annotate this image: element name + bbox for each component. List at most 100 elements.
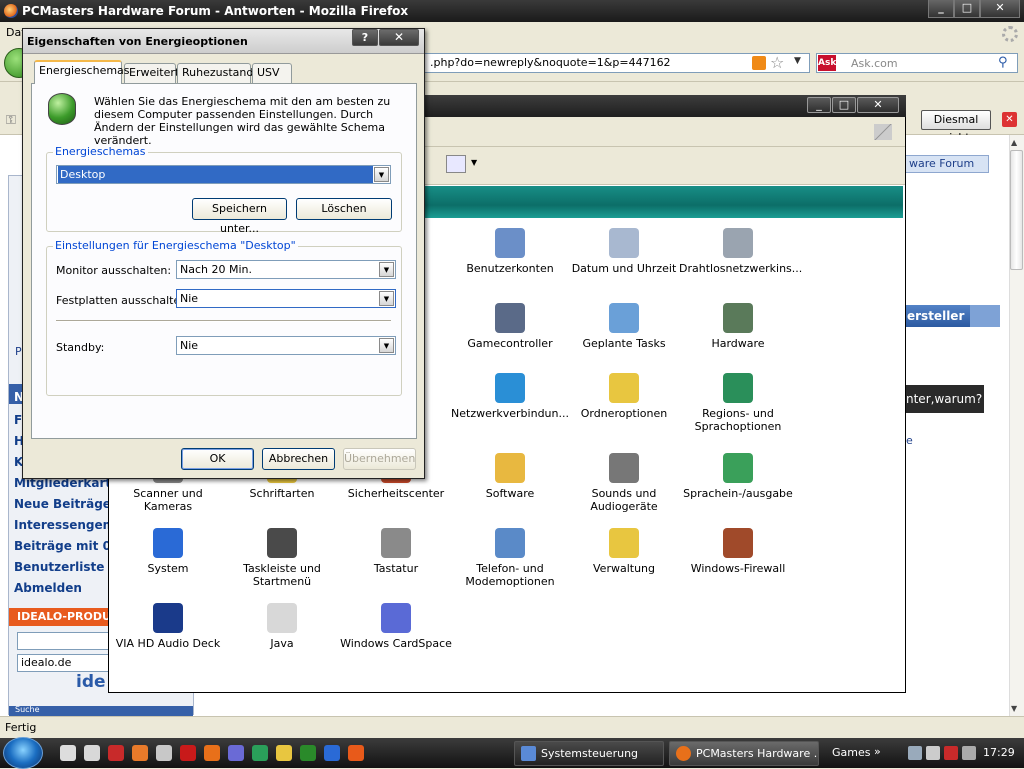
cp-item[interactable]: Java xyxy=(223,603,341,650)
cp-item[interactable]: Windows CardSpace xyxy=(337,603,455,650)
chevron-right-icon[interactable]: » xyxy=(874,745,881,758)
cp-minimize-button[interactable]: _ xyxy=(807,97,831,113)
quick-launch-icon[interactable] xyxy=(300,745,316,761)
cp-item[interactable]: Software xyxy=(451,453,569,500)
forum-nav-item[interactable]: Abmelden xyxy=(14,581,82,595)
cp-item-label: Telefon- und Modemoptionen xyxy=(465,562,555,588)
settings-group-label: Einstellungen für Energieschema "Desktop… xyxy=(53,239,298,252)
dialog-close-button[interactable]: ✕ xyxy=(379,29,419,46)
cp-item[interactable]: Regions- und Sprachoptionen xyxy=(679,373,797,433)
notification-close-icon[interactable]: ✕ xyxy=(1002,112,1017,127)
not-now-button[interactable]: Diesmal nicht xyxy=(921,110,991,144)
quick-launch-icon[interactable] xyxy=(252,745,268,761)
tab-erweitert[interactable]: Erweitert xyxy=(124,63,179,83)
firefox-icon xyxy=(4,4,18,18)
tray-app-icon[interactable] xyxy=(944,746,958,760)
scroll-up-icon[interactable]: ▲ xyxy=(1011,138,1017,147)
tray-network-icon[interactable] xyxy=(908,746,922,760)
chevron-down-icon[interactable]: ▼ xyxy=(379,262,394,277)
firefox-maximize-button[interactable]: □ xyxy=(954,0,980,18)
quick-launch-icon[interactable] xyxy=(180,745,196,761)
cp-item-label: Benutzerkonten xyxy=(466,262,554,275)
clock[interactable]: 17:29 xyxy=(983,746,1015,759)
cp-item[interactable]: Sprachein-/ausgabe xyxy=(679,453,797,500)
standby-select[interactable]: Nie ▼ xyxy=(176,336,396,355)
cp-item[interactable]: Geplante Tasks xyxy=(565,303,683,350)
quick-launch-icon[interactable] xyxy=(84,745,100,761)
forum-tab[interactable]: ware Forum xyxy=(905,155,989,173)
apply-button[interactable]: Übernehmen xyxy=(343,448,416,470)
dialog-help-button[interactable]: ? xyxy=(352,29,378,46)
tab-usv[interactable]: USV xyxy=(252,63,292,83)
cp-item[interactable]: Windows-Firewall xyxy=(679,528,797,575)
chevron-down-icon[interactable]: ▼ xyxy=(379,291,394,306)
forum-nav-item[interactable]: Neue Beiträge xyxy=(14,497,111,511)
scheme-select[interactable]: Desktop ▼ xyxy=(56,165,391,184)
cp-item[interactable]: Verwaltung xyxy=(565,528,683,575)
tab-ruhezustand[interactable]: Ruhezustand xyxy=(177,63,253,83)
cp-item[interactable]: Sounds und Audiogeräte xyxy=(565,453,683,513)
cp-item[interactable]: VIA HD Audio Deck xyxy=(109,603,227,650)
save-as-button[interactable]: Speichern unter... xyxy=(192,198,287,235)
quick-launch-icon[interactable] xyxy=(324,745,340,761)
suche-label: Suche xyxy=(15,705,40,714)
quick-launch-icon[interactable] xyxy=(132,745,148,761)
games-toolbar-label[interactable]: Games xyxy=(832,746,870,759)
scroll-down-icon[interactable]: ▼ xyxy=(1011,704,1017,713)
suche-header: Suche xyxy=(9,705,193,716)
cp-item-label: Ordneroptionen xyxy=(580,407,668,420)
cp-item[interactable]: Taskleiste und Startmenü xyxy=(223,528,341,588)
ask-engine-icon[interactable]: Ask xyxy=(818,55,836,71)
cp-item[interactable]: Telefon- und Modemoptionen xyxy=(451,528,569,588)
cp-item[interactable]: Datum und Uhrzeit xyxy=(565,228,683,275)
quick-launch-icon[interactable] xyxy=(108,745,124,761)
cp-item[interactable]: Drahtlosnetzwerkins... xyxy=(679,228,802,275)
cp-item-label: Datum und Uhrzeit xyxy=(571,262,677,275)
bookmark-star-icon[interactable]: ☆ xyxy=(770,53,784,72)
forum-nav-item[interactable]: Benutzerliste xyxy=(14,560,104,574)
cp-item[interactable]: Hardware xyxy=(679,303,797,350)
quick-launch-icon[interactable] xyxy=(204,745,220,761)
ok-button[interactable]: OK xyxy=(181,448,254,470)
firefox-minimize-button[interactable]: _ xyxy=(928,0,954,18)
cp-close-button[interactable]: ✕ xyxy=(857,97,899,113)
tray-volume-icon[interactable] xyxy=(926,746,940,760)
tray-misc-icon[interactable] xyxy=(962,746,976,760)
search-go-icon[interactable]: ⚲ xyxy=(998,55,1008,70)
quick-launch-icon[interactable] xyxy=(348,745,364,761)
page-scrollbar-thumb[interactable] xyxy=(1010,150,1023,270)
rss-feed-icon[interactable] xyxy=(752,56,766,70)
search-input[interactable] xyxy=(816,53,1018,73)
cp-maximize-button[interactable]: □ xyxy=(832,97,856,113)
cp-item[interactable]: Benutzerkonten xyxy=(451,228,569,275)
task-firefox[interactable]: PCMasters Hardware ... xyxy=(669,741,819,766)
forum-nav-item[interactable]: Interessengem. xyxy=(14,518,120,532)
start-button[interactable] xyxy=(3,737,43,769)
delete-button[interactable]: Löschen xyxy=(296,198,392,220)
cp-item[interactable]: System xyxy=(109,528,227,575)
task-systemsteuerung[interactable]: Systemsteuerung xyxy=(514,741,664,766)
firefox-close-button[interactable]: ✕ xyxy=(980,0,1020,18)
view-icon[interactable] xyxy=(446,155,466,173)
quick-launch-icon[interactable] xyxy=(60,745,76,761)
cp-item[interactable]: Ordneroptionen xyxy=(565,373,683,420)
cancel-button[interactable]: Abbrechen xyxy=(262,448,335,470)
quick-launch-icon[interactable] xyxy=(228,745,244,761)
tab-energieschemas[interactable]: Energieschemas xyxy=(34,60,130,84)
cp-item[interactable]: Netzwerkverbindun... xyxy=(451,373,569,420)
quick-launch-icon[interactable] xyxy=(156,745,172,761)
cp-item[interactable]: Tastatur xyxy=(337,528,455,575)
cp-item-label: Hardware xyxy=(711,337,765,350)
cp-item[interactable]: Gamecontroller xyxy=(451,303,569,350)
monitor-select[interactable]: Nach 20 Min. ▼ xyxy=(176,260,396,279)
chevron-down-icon[interactable]: ▼ xyxy=(379,338,394,353)
chevron-down-icon[interactable]: ▼ xyxy=(374,167,389,182)
cp-item-icon xyxy=(609,228,639,258)
view-dropdown-icon[interactable]: ▼ xyxy=(471,158,477,167)
url-dropdown-icon[interactable]: ▼ xyxy=(794,56,801,66)
cp-item-icon xyxy=(267,528,297,558)
forum-nav-item[interactable]: Beiträge mit 0 xyxy=(14,539,111,553)
quick-launch-icon[interactable] xyxy=(276,745,292,761)
disks-select[interactable]: Nie ▼ xyxy=(176,289,396,308)
forum-nav-item[interactable]: F xyxy=(14,413,22,427)
